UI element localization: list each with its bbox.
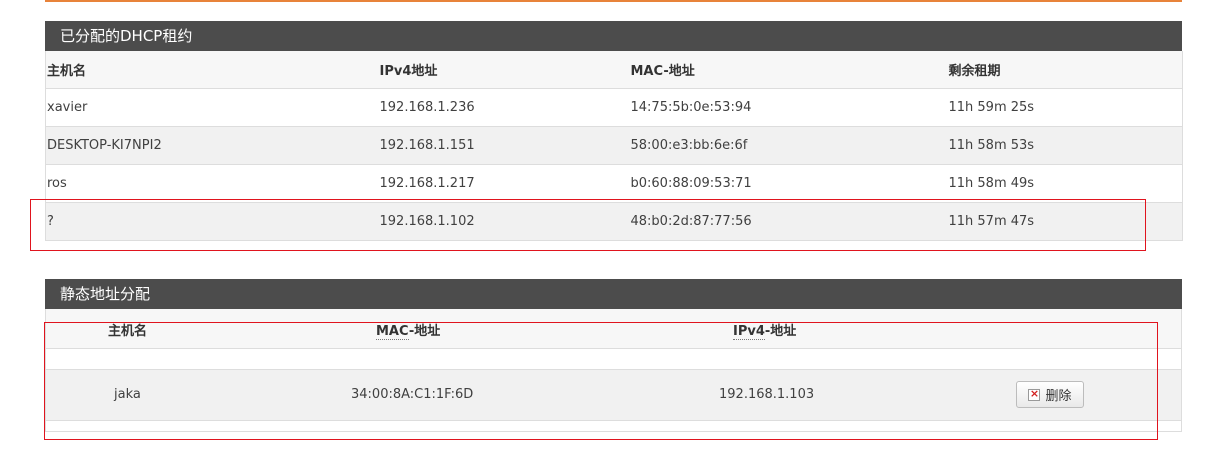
dhcp-leases-table: 主机名 IPv4地址 MAC-地址 剩余租期 xavier 192.168.1.… — [45, 51, 1183, 241]
delete-button[interactable]: 删除 — [1016, 381, 1084, 408]
hostname-cell: xavier — [45, 88, 379, 127]
column-header-mac-suffix: -地址 — [408, 324, 441, 339]
mac-abbreviation: MAC — [376, 324, 409, 340]
lease-cell: 11h 58m 53s — [947, 126, 1183, 165]
section-title: 静态地址分配 — [45, 279, 1182, 309]
table-header-row: 主机名 MAC-地址 IPv4-地址 — [45, 309, 1182, 349]
table-header-row: 主机名 IPv4地址 MAC-地址 剩余租期 — [45, 51, 1183, 89]
ipv4-cell: 192.168.1.236 — [378, 88, 630, 127]
table-row: ? 192.168.1.102 48:b0:2d:87:77:56 11h 57… — [45, 202, 1183, 241]
column-header-hostname: 主机名 — [108, 324, 148, 339]
table-row: ros 192.168.1.217 b0:60:88:09:53:71 11h … — [45, 164, 1183, 203]
hostname-cell: ? — [45, 202, 379, 241]
mac-cell: 34:00:8A:C1:1F:6D — [351, 387, 474, 402]
column-header-lease-remaining: 剩余租期 — [947, 51, 1183, 89]
ipv4-cell: 192.168.1.151 — [378, 126, 630, 165]
mac-cell: 14:75:5b:0e:53:94 — [629, 88, 948, 127]
top-accent-rule — [45, 0, 1182, 2]
column-header-ipv4: IPv4地址 — [378, 51, 630, 89]
ipv4-cell: 192.168.1.103 — [719, 387, 815, 402]
ipv4-cell: 192.168.1.217 — [378, 164, 630, 203]
hostname-cell: ros — [45, 164, 379, 203]
column-header-hostname: 主机名 — [45, 51, 379, 89]
delete-icon — [1028, 387, 1041, 401]
lease-cell: 11h 59m 25s — [947, 88, 1183, 127]
delete-button-label: 删除 — [1045, 389, 1072, 404]
table-row: DESKTOP-KI7NPI2 192.168.1.151 58:00:e3:b… — [45, 126, 1183, 165]
mac-cell: 48:b0:2d:87:77:56 — [629, 202, 948, 241]
lease-cell: 11h 58m 49s — [947, 164, 1183, 203]
mac-cell: 58:00:e3:bb:6e:6f — [629, 126, 948, 165]
mac-cell: b0:60:88:09:53:71 — [629, 164, 948, 203]
column-header-mac: MAC-地址 — [376, 320, 441, 340]
section-title: 已分配的DHCP租约 — [45, 21, 1182, 51]
hostname-cell: jaka — [114, 387, 141, 402]
table-spacer — [45, 349, 1182, 369]
hostname-cell: DESKTOP-KI7NPI2 — [45, 126, 379, 165]
column-header-ipv4: IPv4-地址 — [733, 320, 797, 340]
static-leases-section: 静态地址分配 主机名 MAC-地址 IPv4-地址 jaka 34:00:8A:… — [45, 279, 1182, 432]
dhcp-leases-section: 已分配的DHCP租约 主机名 IPv4地址 MAC-地址 剩余租期 xavier… — [45, 21, 1183, 241]
ipv4-cell: 192.168.1.102 — [378, 202, 630, 241]
ipv4-abbreviation: IPv4 — [733, 324, 765, 340]
column-header-ipv4-suffix: -地址 — [764, 324, 797, 339]
lease-cell: 11h 57m 47s — [947, 202, 1183, 241]
column-header-mac: MAC-地址 — [629, 51, 948, 89]
table-row: xavier 192.168.1.236 14:75:5b:0e:53:94 1… — [45, 88, 1183, 127]
table-footer — [45, 421, 1182, 432]
table-row: jaka 34:00:8A:C1:1F:6D 192.168.1.103 删除 — [45, 369, 1182, 421]
